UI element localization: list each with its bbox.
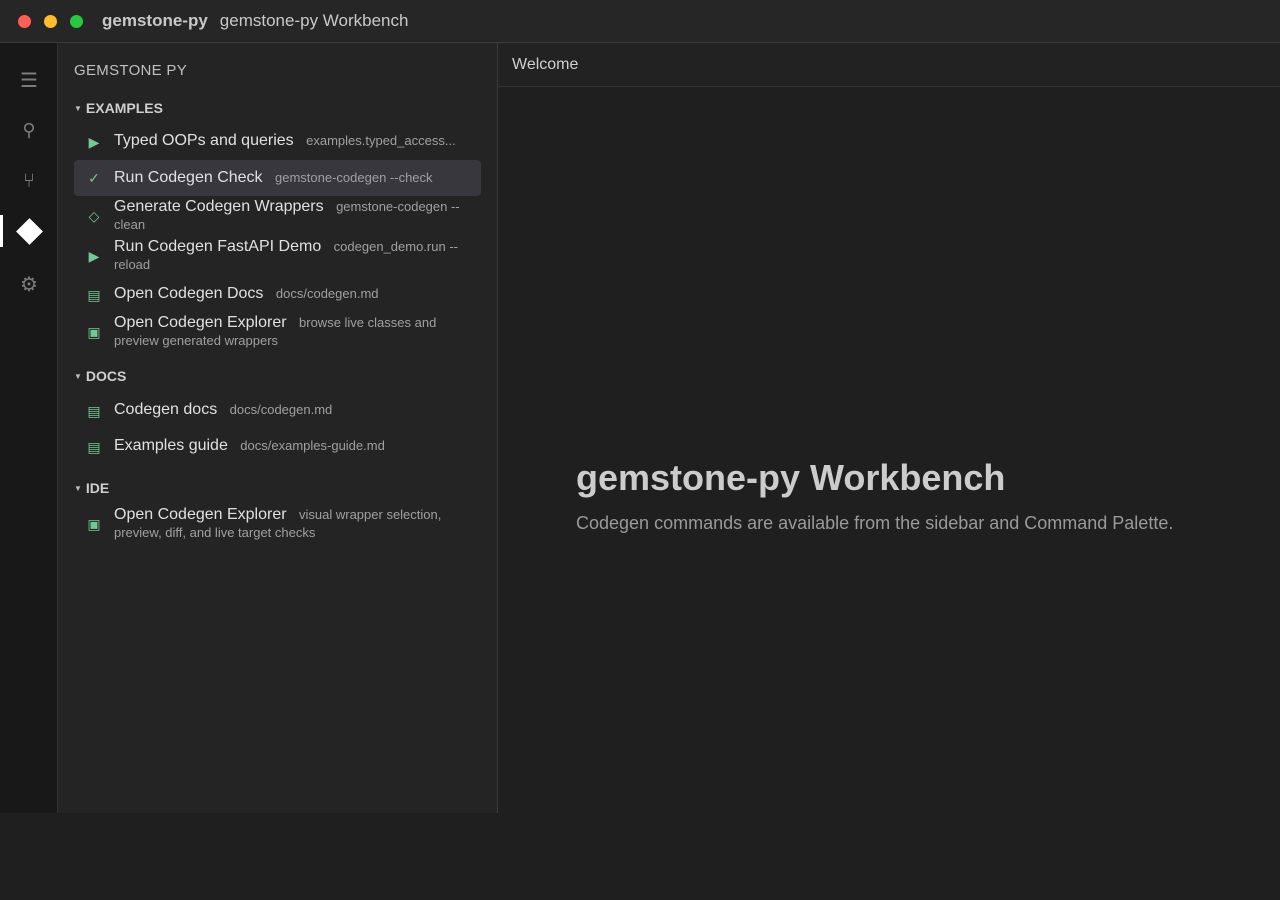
document-icon: ▤ — [87, 287, 101, 303]
list-item[interactable]: ▶ Run Codegen FastAPI Demo codegen_demo.… — [74, 238, 481, 276]
item-description: examples.typed_access... — [306, 133, 456, 148]
item-label: Generate Codegen Wrappers — [114, 198, 324, 215]
bottom-area — [0, 813, 1280, 900]
list-item[interactable]: ▤ Open Codegen Docs docs/codegen.md — [74, 285, 481, 307]
gear-icon[interactable]: ⚙ — [0, 264, 58, 304]
maximize-window-button[interactable] — [70, 14, 83, 28]
source-control-icon[interactable]: ⑂ — [0, 161, 58, 201]
explorer-icon: ▣ — [87, 516, 101, 532]
item-label: Typed OOPs and queries — [114, 132, 294, 149]
tab-bar: Welcome — [498, 43, 1280, 87]
item-label: Run Codegen Check — [114, 169, 263, 186]
chevron-down-icon: ▼ — [74, 103, 82, 113]
item-description: docs/codegen.md — [275, 286, 379, 301]
app-name: gemstone-py — [102, 11, 208, 30]
menu-icon[interactable]: ☰ — [0, 60, 58, 100]
gemstone-icon[interactable] — [0, 211, 58, 251]
list-item[interactable]: ◇ Generate Codegen Wrappers gemstone-cod… — [74, 198, 481, 236]
minimize-window-button[interactable] — [44, 14, 57, 28]
list-item[interactable]: ▣ Open Codegen Explorer visual wrapper s… — [74, 506, 481, 544]
item-description: docs/examples-guide.md — [240, 438, 385, 453]
section-header-examples[interactable]: ▼ EXAMPLES — [74, 100, 163, 116]
section-label: IDE — [85, 480, 110, 496]
item-label: Open Codegen Docs — [114, 285, 264, 302]
list-item[interactable]: ▶ Typed OOPs and queries examples.typed_… — [74, 132, 481, 154]
explorer-icon: ▣ — [87, 324, 101, 340]
item-label: Run Codegen FastAPI Demo — [114, 238, 322, 255]
item-label: Examples guide — [114, 437, 228, 454]
item-description: docs/codegen.md — [229, 402, 333, 417]
list-item[interactable]: ✓ Run Codegen Check gemstone-codegen --c… — [74, 160, 481, 196]
sidebar-title: GEMSTONE PY — [74, 62, 188, 79]
section-header-docs[interactable]: ▼ DOCS — [74, 368, 126, 384]
window-title: gemstone-py Workbench — [219, 11, 409, 30]
title-bar: gemstone-py gemstone-py Workbench — [0, 0, 1280, 43]
window-controls — [18, 14, 83, 28]
list-item[interactable]: ▤ Examples guide docs/examples-guide.md — [74, 437, 481, 459]
item-label: Codegen docs — [114, 401, 218, 418]
chevron-down-icon: ▼ — [74, 483, 82, 493]
section-label: DOCS — [85, 368, 127, 384]
item-description: gemstone-codegen --check — [275, 170, 433, 185]
item-label: Open Codegen Explorer — [114, 506, 287, 523]
chevron-down-icon: ▼ — [74, 371, 82, 381]
tab-welcome[interactable]: Welcome — [512, 56, 578, 74]
list-item[interactable]: ▤ Codegen docs docs/codegen.md — [74, 401, 481, 423]
play-icon: ▶ — [88, 134, 100, 150]
page-title: gemstone-py Workbench — [576, 457, 1006, 498]
document-icon: ▤ — [87, 439, 101, 455]
play-icon: ▶ — [88, 248, 100, 264]
section-label: EXAMPLES — [85, 100, 163, 116]
item-label: Open Codegen Explorer — [114, 314, 287, 331]
sidebar: GEMSTONE PY ▼ EXAMPLES ▶ Typed OOPs and … — [58, 43, 498, 813]
activity-bar: ☰ ⚲ ⑂ ⚙ — [0, 43, 58, 813]
page-subtitle: Codegen commands are available from the … — [576, 513, 1174, 533]
document-icon: ▤ — [87, 403, 101, 419]
diamond-icon — [15, 217, 43, 245]
diamond-outline-icon: ◇ — [88, 208, 100, 224]
list-item[interactable]: ▣ Open Codegen Explorer browse live clas… — [74, 314, 481, 352]
section-header-ide[interactable]: ▼ IDE — [74, 480, 109, 496]
check-icon: ✓ — [88, 170, 100, 186]
search-icon[interactable]: ⚲ — [0, 110, 58, 150]
editor-area: Welcome gemstone-py Workbench Codegen co… — [498, 43, 1280, 813]
close-window-button[interactable] — [18, 14, 31, 28]
